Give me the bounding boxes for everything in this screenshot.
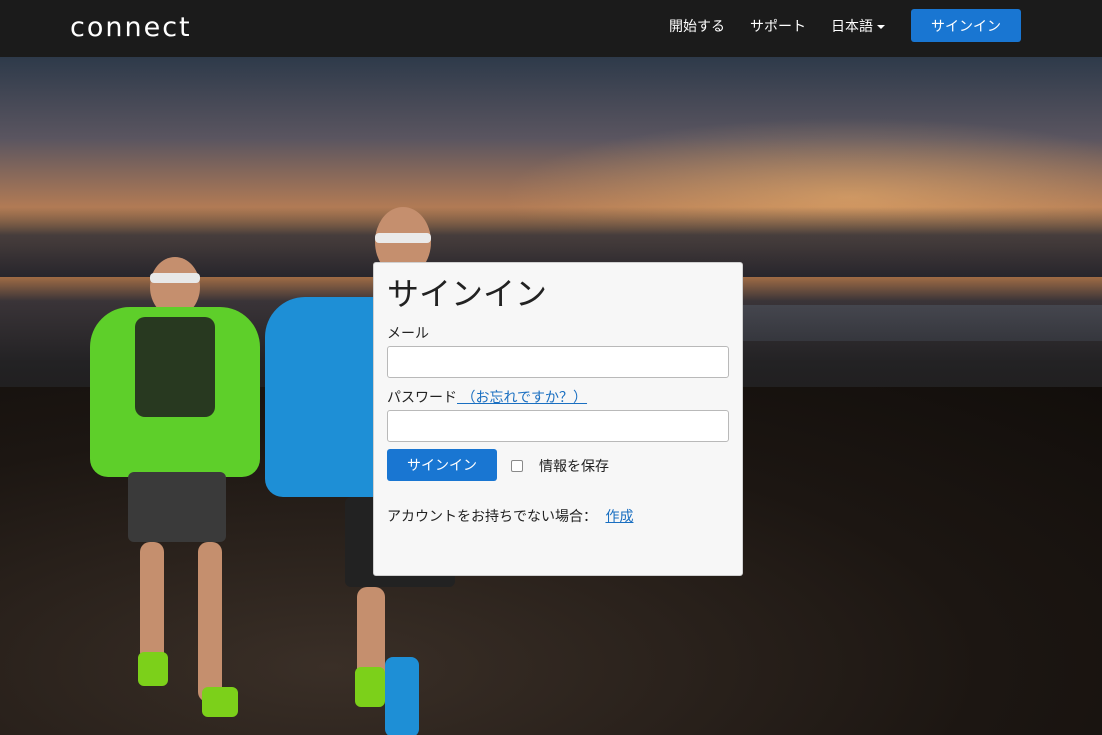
remember-label: 情報を保存 [539, 459, 609, 475]
signin-submit-button[interactable]: サインイン [387, 449, 497, 481]
email-label: メール [387, 326, 429, 342]
nav-support[interactable]: サポート [750, 16, 806, 36]
remember-checkbox[interactable] [511, 460, 523, 472]
password-label-row: パスワード （お忘れですか？） [387, 387, 587, 407]
connect-logo[interactable]: connect [70, 10, 192, 44]
nav-signin-button[interactable]: サインイン [911, 9, 1021, 42]
signin-title: サインイン [387, 275, 548, 313]
password-label: パスワード [387, 390, 457, 406]
logo-text: connect [70, 11, 192, 43]
no-account-text: アカウントをお持ちでない場合： [387, 509, 597, 525]
nav-language-dropdown[interactable]: 日本語 [831, 16, 885, 36]
password-input[interactable] [387, 410, 729, 442]
nav-language-label: 日本語 [831, 19, 873, 35]
runner-green-figure [80, 257, 270, 735]
create-account-link[interactable]: 作成 [605, 509, 633, 525]
no-account-row: アカウントをお持ちでない場合： 作成 [387, 506, 633, 526]
caret-down-icon [877, 25, 885, 29]
nav-get-started[interactable]: 開始する [669, 16, 725, 36]
top-navbar: connect 開始する サポート 日本語 サインイン [0, 0, 1102, 57]
email-input[interactable] [387, 346, 729, 378]
remember-me[interactable]: 情報を保存 [511, 456, 609, 476]
signin-card: サインイン メール パスワード （お忘れですか？） サインイン 情報を保存 アカ… [373, 262, 743, 576]
forgot-password-link[interactable]: （お忘れですか？） [457, 390, 587, 406]
